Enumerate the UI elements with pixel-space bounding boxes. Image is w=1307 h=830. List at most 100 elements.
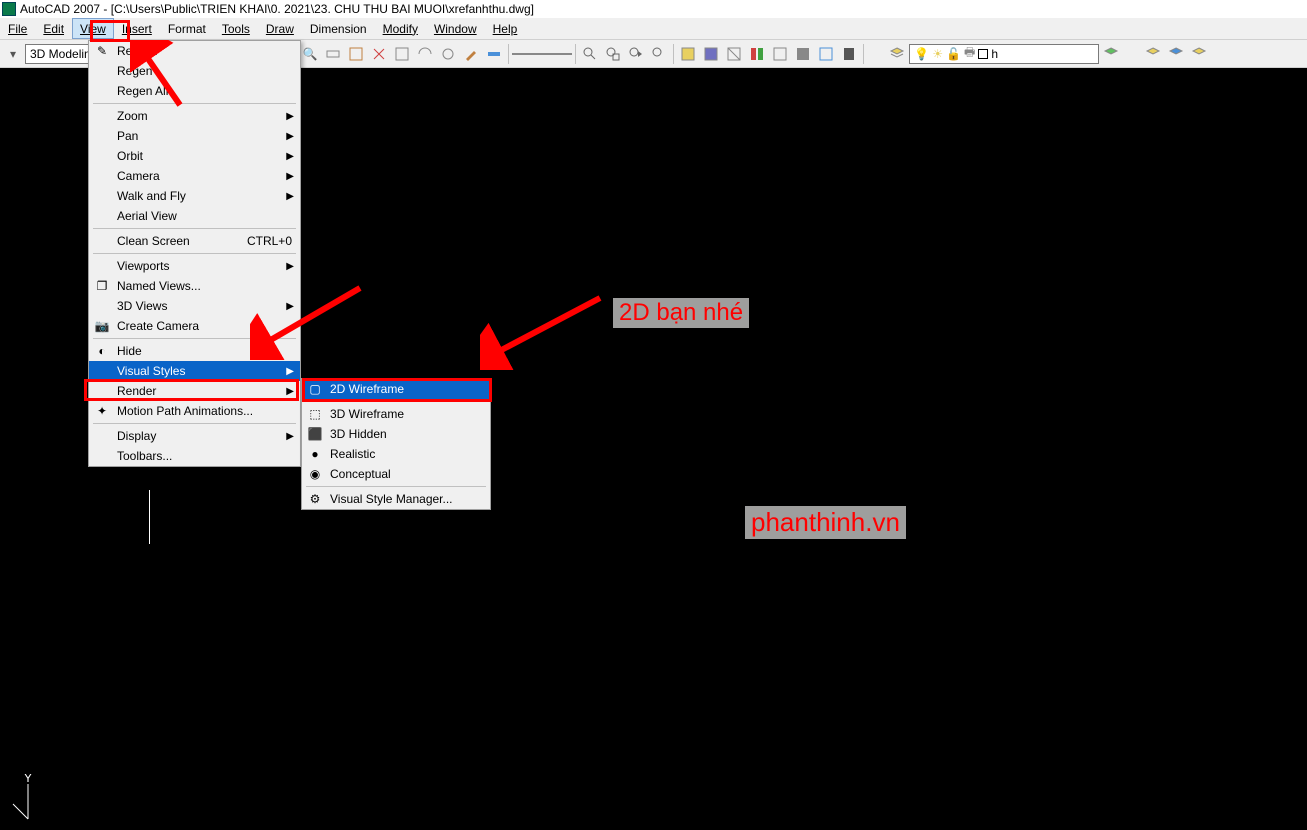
chevron-right-icon: ▶: [286, 111, 294, 122]
drawing-element: [149, 490, 150, 544]
shortcut-label: CTRL+0: [247, 234, 292, 248]
tool-icon[interactable]: [815, 43, 837, 65]
menu-walk-fly[interactable]: Walk and Fly▶: [89, 186, 300, 206]
annotation-text: 2D bạn nhé: [613, 298, 749, 328]
manager-icon: ⚙: [307, 491, 323, 507]
tool-icon[interactable]: [322, 43, 344, 65]
menu-view[interactable]: View: [72, 18, 114, 39]
tool-icon[interactable]: [437, 43, 459, 65]
menu-zoom[interactable]: Zoom▶: [89, 106, 300, 126]
menu-render[interactable]: Render▶: [89, 381, 300, 401]
menu-edit[interactable]: Edit: [35, 18, 72, 39]
chevron-right-icon: ▶: [286, 191, 294, 202]
tool-icon[interactable]: [345, 43, 367, 65]
menu-tools[interactable]: Tools: [214, 18, 258, 39]
layers-icon[interactable]: [1142, 43, 1164, 65]
menu-insert[interactable]: Insert: [114, 18, 160, 39]
menu-2d-wireframe[interactable]: ▢2D Wireframe: [302, 379, 490, 399]
menu-motion-path[interactable]: ✦Motion Path Animations...: [89, 401, 300, 421]
menu-display[interactable]: Display▶: [89, 426, 300, 446]
tool-icon[interactable]: [723, 43, 745, 65]
menu-format[interactable]: Format: [160, 18, 214, 39]
menu-visual-styles[interactable]: Visual Styles▶: [89, 361, 300, 381]
menu-regen[interactable]: Regen: [89, 61, 300, 81]
camera-icon: 📷: [94, 318, 110, 334]
zoom-realtime-icon[interactable]: [579, 43, 601, 65]
motion-icon: ✦: [94, 403, 110, 419]
layer-states-icon[interactable]: [1100, 43, 1122, 65]
zoom-icon[interactable]: 🔍: [299, 43, 321, 65]
realistic-icon: ●: [307, 446, 323, 462]
menu-regen-all[interactable]: Regen All: [89, 81, 300, 101]
hidden-3d-icon: ⬛: [307, 426, 323, 442]
menu-help[interactable]: Help: [485, 18, 526, 39]
separator: [306, 486, 486, 487]
chevron-right-icon: ▶: [286, 261, 294, 272]
menu-create-camera[interactable]: 📷Create Camera: [89, 316, 300, 336]
calculator-icon[interactable]: [838, 43, 860, 65]
menu-toolbars[interactable]: Toolbars...: [89, 446, 300, 466]
lock-icon: 🔓: [946, 47, 961, 61]
zoom-prev-icon[interactable]: [625, 43, 647, 65]
menu-hide[interactable]: ◐Hide: [89, 341, 300, 361]
tool-icon[interactable]: [746, 43, 768, 65]
chevron-right-icon: ▶: [286, 131, 294, 142]
slider[interactable]: [512, 51, 572, 57]
layers-icon[interactable]: [1165, 43, 1187, 65]
chevron-right-icon: ▶: [286, 431, 294, 442]
separator: [508, 44, 509, 64]
tool-icon[interactable]: [391, 43, 413, 65]
menu-window[interactable]: Window: [426, 18, 485, 39]
menu-modify[interactable]: Modify: [375, 18, 426, 39]
menu-conceptual[interactable]: ◉Conceptual: [302, 464, 490, 484]
tool-icon[interactable]: [483, 43, 505, 65]
menu-3d-wireframe[interactable]: ⬚3D Wireframe: [302, 404, 490, 424]
menu-dimension[interactable]: Dimension: [302, 18, 375, 39]
brush-icon[interactable]: [460, 43, 482, 65]
layer-dropdown[interactable]: 💡 ☀ 🔓 🖶 h: [909, 44, 1099, 64]
pencil-icon: ✎: [94, 43, 110, 59]
menu-named-views[interactable]: ❐Named Views...: [89, 276, 300, 296]
menu-visual-style-manager[interactable]: ⚙Visual Style Manager...: [302, 489, 490, 509]
menu-viewports[interactable]: Viewports▶: [89, 256, 300, 276]
zoom-extents-icon[interactable]: [648, 43, 670, 65]
menu-aerial-view[interactable]: Aerial View: [89, 206, 300, 226]
menu-realistic[interactable]: ●Realistic: [302, 444, 490, 464]
tool-icon[interactable]: [700, 43, 722, 65]
window-title: AutoCAD 2007 - [C:\Users\Public\TRIEN KH…: [20, 2, 534, 16]
zoom-window-icon[interactable]: [602, 43, 624, 65]
tool-icon[interactable]: [769, 43, 791, 65]
watermark-text: phanthinh.vn: [745, 506, 906, 539]
chevron-right-icon: ▶: [286, 301, 294, 312]
conceptual-icon: ◉: [307, 466, 323, 482]
chevron-right-icon: ▶: [286, 366, 294, 377]
separator: [93, 228, 296, 229]
separator: [575, 44, 576, 64]
menu-clean-screen[interactable]: Clean ScreenCTRL+0: [89, 231, 300, 251]
view-dropdown: ✎Redraw Regen Regen All Zoom▶ Pan▶ Orbit…: [88, 40, 301, 467]
window-titlebar: AutoCAD 2007 - [C:\Users\Public\TRIEN KH…: [0, 0, 1307, 18]
tool-icon[interactable]: [414, 43, 436, 65]
tool-icon[interactable]: [368, 43, 390, 65]
menu-pan[interactable]: Pan▶: [89, 126, 300, 146]
layer-name: h: [991, 47, 998, 61]
tool-icon[interactable]: [792, 43, 814, 65]
visual-styles-submenu: ▢2D Wireframe ⬚3D Wireframe ⬛3D Hidden ●…: [301, 378, 491, 510]
menu-3d-hidden[interactable]: ⬛3D Hidden: [302, 424, 490, 444]
properties-icon[interactable]: [677, 43, 699, 65]
dropdown-icon[interactable]: ▾: [2, 43, 24, 65]
menu-redraw[interactable]: ✎Redraw: [89, 41, 300, 61]
layers-icon[interactable]: [886, 43, 908, 65]
menu-3d-views[interactable]: 3D Views▶: [89, 296, 300, 316]
layers-icon[interactable]: [1188, 43, 1210, 65]
menubar: File Edit View Insert Format Tools Draw …: [0, 18, 1307, 40]
menu-orbit[interactable]: Orbit▶: [89, 146, 300, 166]
separator: [93, 103, 296, 104]
separator: [93, 253, 296, 254]
svg-text:Y: Y: [24, 774, 32, 785]
chevron-right-icon: ▶: [286, 171, 294, 182]
menu-file[interactable]: File: [0, 18, 35, 39]
menu-draw[interactable]: Draw: [258, 18, 302, 39]
separator: [673, 44, 674, 64]
menu-camera[interactable]: Camera▶: [89, 166, 300, 186]
